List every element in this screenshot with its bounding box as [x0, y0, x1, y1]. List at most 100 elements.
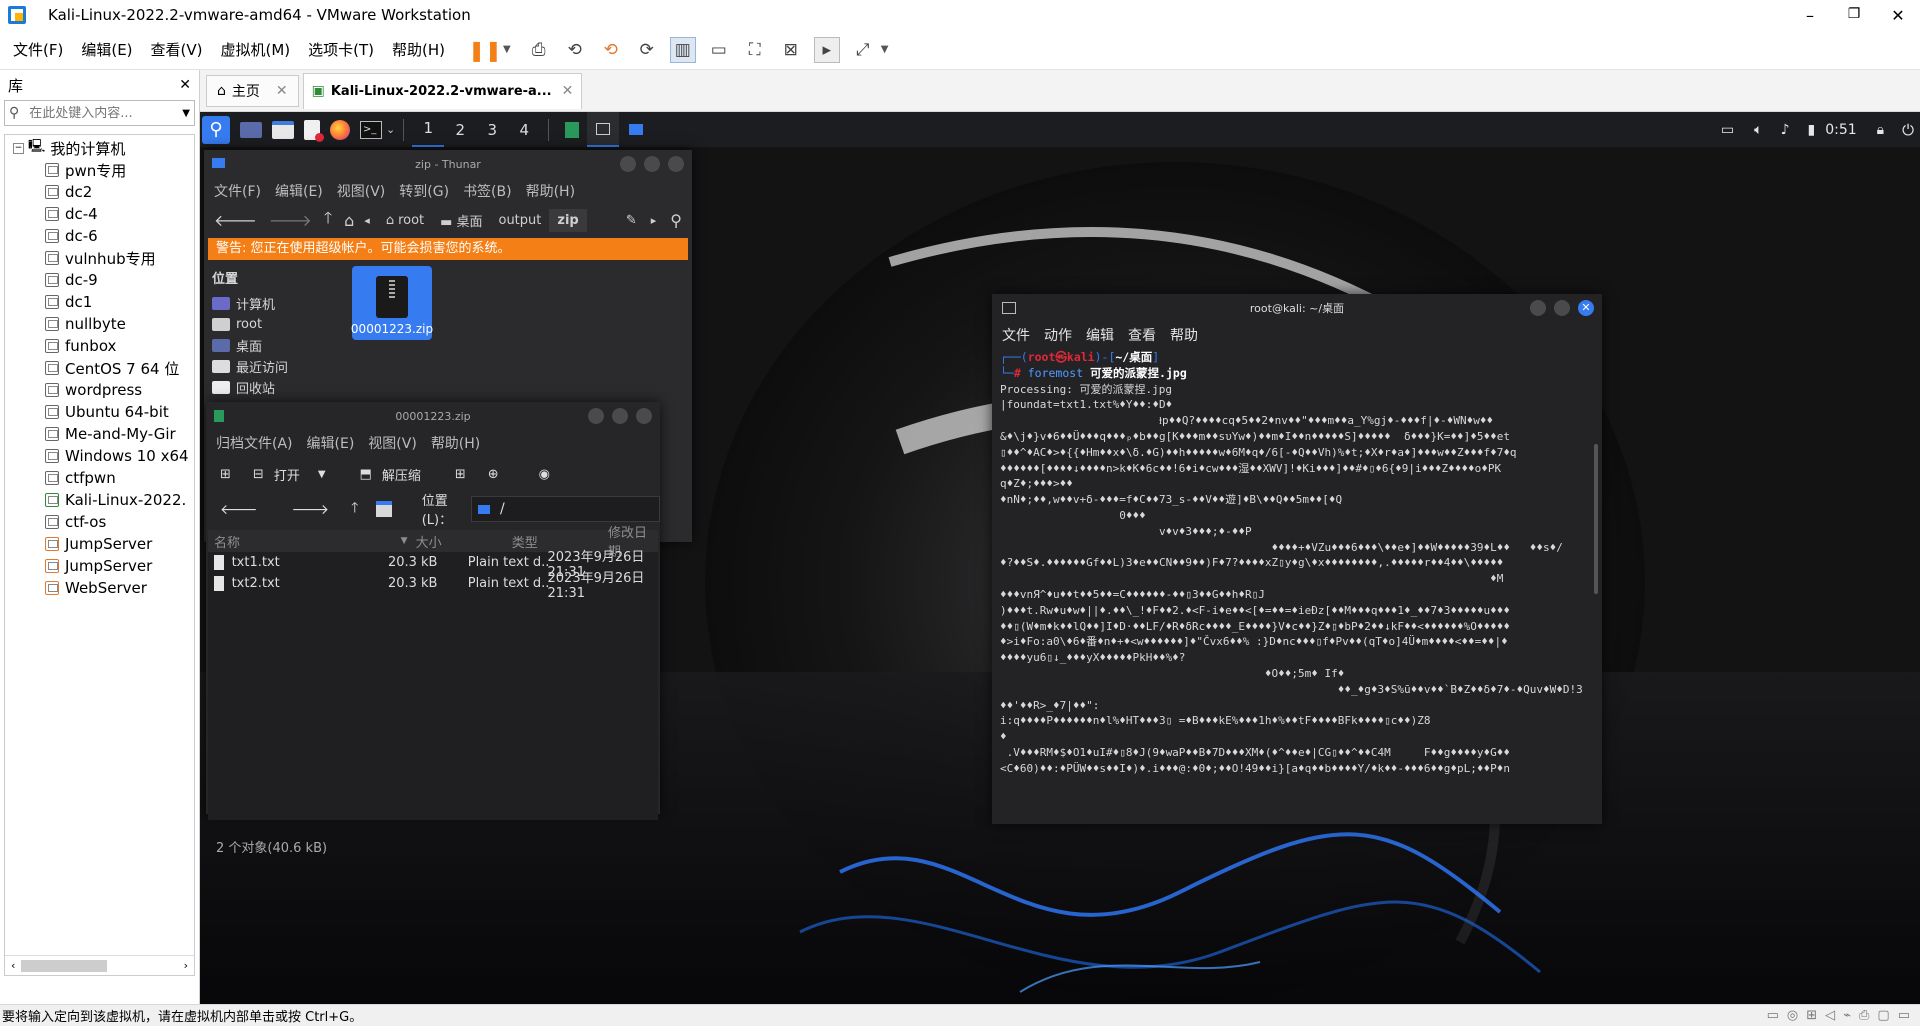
- unity-icon[interactable]: ⊠: [778, 37, 804, 63]
- archive-menu-item[interactable]: 编辑(E): [307, 433, 355, 453]
- place-item[interactable]: 桌面: [212, 335, 344, 356]
- thunar-menu-item[interactable]: 编辑(E): [275, 181, 323, 201]
- archive-minimize-button[interactable]: [588, 408, 604, 424]
- archive-maximize-button[interactable]: [612, 408, 628, 424]
- workspace-3[interactable]: 3: [476, 121, 508, 139]
- col-name[interactable]: 名称: [208, 532, 401, 551]
- tree-item-vm[interactable]: dc-4: [5, 203, 194, 225]
- clock[interactable]: 0:51: [1825, 122, 1856, 138]
- pause-dropdown-icon[interactable]: ▼: [503, 44, 511, 55]
- terminal-minimize-button[interactable]: [1530, 300, 1546, 316]
- terminal-close-button[interactable]: ✕: [1578, 300, 1594, 316]
- location-field[interactable]: /: [470, 496, 660, 522]
- tree-item-vm[interactable]: pwn专用: [5, 159, 194, 181]
- tree-item-vm[interactable]: JumpServer: [5, 533, 194, 555]
- printer-icon[interactable]: ⎙: [1859, 1008, 1869, 1023]
- back-icon[interactable]: 🡐: [214, 210, 257, 230]
- stop-icon[interactable]: ◉: [539, 467, 550, 482]
- close-button[interactable]: ✕: [1876, 6, 1920, 25]
- scroll-left-icon[interactable]: ‹: [11, 959, 15, 972]
- tree-item-vm[interactable]: WebServer: [5, 577, 194, 599]
- maximize-button[interactable]: ❐: [1832, 6, 1876, 25]
- tree-item-vm[interactable]: dc-9: [5, 269, 194, 291]
- add-files-icon[interactable]: ⊞: [455, 467, 466, 482]
- menu-file[interactable]: 文件(F): [13, 39, 63, 60]
- place-item[interactable]: 最近访问: [212, 356, 344, 377]
- place-item[interactable]: root: [212, 314, 344, 335]
- menu-help[interactable]: 帮助(H): [392, 39, 445, 60]
- lock-icon[interactable]: 🔒︎: [1877, 122, 1884, 138]
- search-dropdown-icon[interactable]: ▼: [182, 108, 190, 119]
- tree-item-vm[interactable]: Windows 10 x64: [5, 445, 194, 467]
- revert-snapshot-icon[interactable]: ⟲: [598, 37, 624, 63]
- tree-root[interactable]: − 🖳 我的计算机: [5, 137, 194, 159]
- display-status-icon[interactable]: ▢: [1877, 1008, 1889, 1023]
- terminal-titlebar[interactable]: root@kali: ~/桌面 ✕: [992, 294, 1602, 322]
- terminal-menu-item[interactable]: 帮助: [1170, 325, 1198, 345]
- tree-item-vm[interactable]: CentOS 7 64 位: [5, 357, 194, 379]
- tree-item-vm[interactable]: nullbyte: [5, 313, 194, 335]
- scroll-thumb[interactable]: [21, 959, 108, 972]
- firefox-icon[interactable]: [330, 119, 350, 140]
- send-ctrl-alt-del-icon[interactable]: ⎙: [526, 37, 552, 63]
- console-view-icon[interactable]: ▸: [813, 36, 840, 63]
- fullscreen-icon[interactable]: ⛶: [742, 37, 768, 63]
- place-item[interactable]: 计算机: [212, 293, 344, 314]
- archive-forward-icon[interactable]: 🡒: [292, 501, 330, 518]
- thunar-menu-item[interactable]: 文件(F): [214, 181, 261, 201]
- tree-item-vm[interactable]: vulnhub专用: [5, 247, 194, 269]
- tree-item-vm[interactable]: ctf-os: [5, 511, 194, 533]
- terminal-menu-item[interactable]: 查看: [1128, 325, 1156, 345]
- terminal-launcher-icon[interactable]: >_: [360, 120, 382, 139]
- edit-path-icon[interactable]: ✎: [626, 213, 637, 228]
- tab-vm-close-icon[interactable]: ✕: [562, 83, 574, 99]
- snapshot-manager-icon[interactable]: ⟳: [634, 37, 660, 63]
- menu-vm[interactable]: 虚拟机(M): [221, 39, 291, 60]
- up-icon[interactable]: 🡑: [324, 207, 332, 234]
- scroll-right-icon[interactable]: ›: [184, 959, 188, 972]
- library-close-icon[interactable]: ✕: [179, 77, 191, 93]
- task-terminal-icon[interactable]: [587, 112, 620, 147]
- terminal-dropdown-icon[interactable]: ⌄: [386, 123, 395, 136]
- library-search[interactable]: ⚲ ▼: [4, 100, 195, 126]
- tab-home-close-icon[interactable]: ✕: [276, 83, 288, 99]
- archive-close-button[interactable]: [636, 408, 652, 424]
- terminal-menu-item[interactable]: 编辑: [1086, 325, 1114, 345]
- library-hscrollbar[interactable]: ‹ ›: [5, 955, 194, 975]
- collapse-icon[interactable]: −: [13, 142, 24, 154]
- task-archive-icon[interactable]: [565, 121, 580, 138]
- vm-display[interactable]: ⚲ >_ ⌄ 1 2 3 4 ▭ 🔈︎ ♪ ▮ 0:51 🔒︎ ⏻ zip - …: [200, 112, 1920, 1004]
- terminal-maximize-button[interactable]: [1554, 300, 1570, 316]
- workspace-4[interactable]: 4: [508, 121, 540, 139]
- tree-item-vm[interactable]: Kali-Linux-2022.: [5, 489, 194, 511]
- archive-home-icon[interactable]: [376, 501, 392, 517]
- thumbnail-bar-icon[interactable]: ▭: [706, 37, 732, 63]
- terminal-content[interactable]: ┌──(root㉿kali)-[~/桌面] └─# foremost 可爱的派蒙…: [992, 348, 1602, 814]
- path-desktop[interactable]: ▬ 桌面: [432, 207, 490, 234]
- archive-titlebar[interactable]: 00001223.zip: [206, 402, 660, 430]
- volume-icon[interactable]: 🔈︎: [1754, 122, 1762, 138]
- thunar-minimize-button[interactable]: [620, 156, 636, 172]
- tree-item-vm[interactable]: Me-and-My-Gir: [5, 423, 194, 445]
- tab-vm[interactable]: ▣ Kali-Linux-2022.2-vmware-a... ✕: [302, 72, 583, 109]
- workspace-2[interactable]: 2: [444, 121, 476, 139]
- menu-view[interactable]: 查看(V): [151, 39, 203, 60]
- new-archive-icon[interactable]: ⊞: [220, 467, 231, 482]
- tree-item-vm[interactable]: Ubuntu 64-bit: [5, 401, 194, 423]
- thunar-close-button[interactable]: [668, 156, 684, 172]
- menu-tabs[interactable]: 选项卡(T): [308, 39, 374, 60]
- library-search-input[interactable]: [29, 105, 170, 121]
- add-folder-icon[interactable]: ⊕: [488, 467, 499, 482]
- open-button[interactable]: 打开: [274, 465, 300, 484]
- forward-icon[interactable]: 🡒: [269, 210, 312, 230]
- home-icon[interactable]: ⌂: [344, 211, 354, 230]
- message-icon[interactable]: ▭: [1898, 1008, 1910, 1023]
- archive-menu-item[interactable]: 归档文件(A): [216, 433, 293, 453]
- snapshot-icon[interactable]: ⟲: [562, 37, 588, 63]
- place-item[interactable]: 回收站: [212, 377, 344, 398]
- tree-item-vm[interactable]: dc2: [5, 181, 194, 203]
- extract-button[interactable]: 解压缩: [382, 465, 421, 484]
- table-row[interactable]: txt2.txt 20.3 kB Plain text d... 2023年9月26日…: [208, 571, 658, 601]
- show-desktop-icon[interactable]: [240, 121, 262, 138]
- thunar-menu-item[interactable]: 转到(G): [399, 181, 449, 201]
